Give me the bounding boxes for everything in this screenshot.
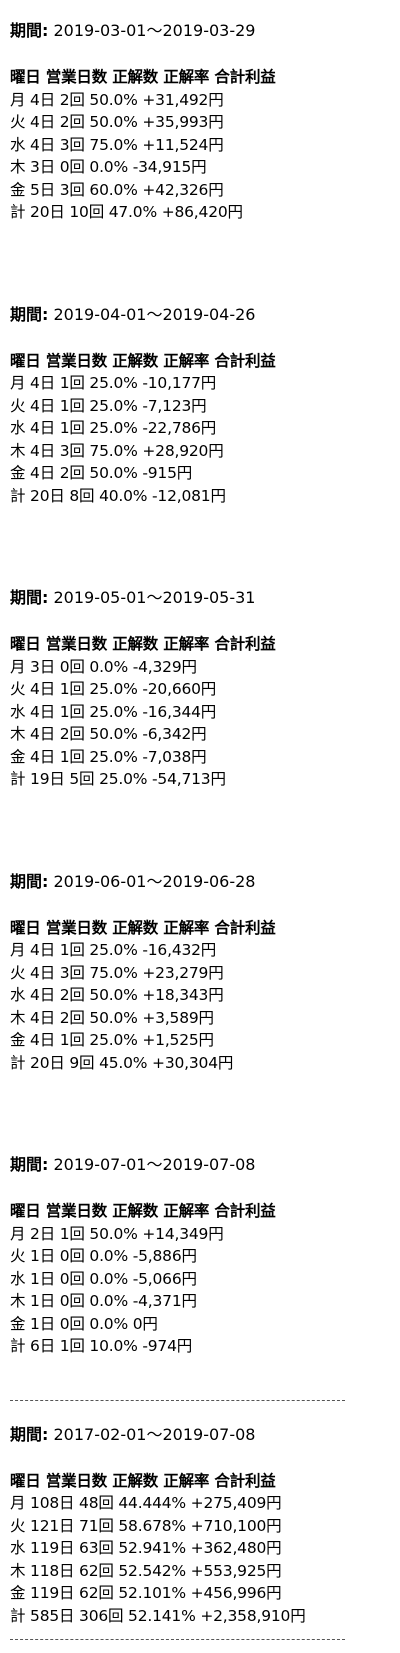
table-row: 月 4日 1回 25.0% -10,177円 <box>10 374 217 392</box>
table-row: 火 4日 1回 25.0% -7,123円 <box>10 396 207 415</box>
period-heading: 期間: 2019-05-01～2019-05-31 <box>10 585 395 611</box>
table-total-row: 計 20日 8回 40.0% -12,081円 <box>10 486 226 505</box>
table-row: 金 4日 2回 50.0% -915円 <box>10 464 193 482</box>
table-header: 曜日 営業日数 正解数 正解率 合計利益 <box>10 918 276 937</box>
table-row: 月 2日 1回 50.0% +14,349円 <box>10 1224 224 1243</box>
period-block: 期間: 2019-06-01～2019-06-28 曜日 営業日数 正解数 正解… <box>10 869 395 1075</box>
table-row: 金 4日 1回 25.0% +1,525円 <box>10 1031 214 1049</box>
table-row: 火 1日 0回 0.0% -5,886円 <box>10 1247 197 1265</box>
table-row: 木 4日 2回 50.0% +3,589円 <box>10 1008 214 1027</box>
table-row: 月 108日 48回 44.444% +275,409円 <box>10 1494 282 1512</box>
period-label: 期間: <box>10 21 49 40</box>
table-row: 火 4日 2回 50.0% +35,993円 <box>10 113 224 131</box>
period-heading: 期間: 2017-02-01～2019-07-08 <box>10 1422 395 1448</box>
table-header: 曜日 営業日数 正解数 正解率 合計利益 <box>10 351 276 370</box>
table-row: 月 3日 0回 0.0% -4,329円 <box>10 657 197 676</box>
table-header: 曜日 営業日数 正解数 正解率 合計利益 <box>10 1202 276 1220</box>
period-range: 2019-05-01～2019-05-31 <box>48 588 256 607</box>
period-block: 期間: 2019-04-01～2019-04-26 曜日 営業日数 正解数 正解… <box>10 302 395 508</box>
table-row: 水 4日 2回 50.0% +18,343円 <box>10 986 224 1004</box>
period-label: 期間: <box>10 1155 49 1174</box>
table-row: 水 119日 63回 52.941% +362,480円 <box>10 1539 282 1557</box>
separator-line <box>10 1639 345 1653</box>
period-heading: 期間: 2019-04-01～2019-04-26 <box>10 302 395 328</box>
period-heading: 期間: 2019-03-01～2019-03-29 <box>10 18 395 44</box>
period-range: 2019-06-01～2019-06-28 <box>48 871 256 891</box>
table-row: 火 4日 3回 75.0% +23,279円 <box>10 963 224 982</box>
period-range: 2019-03-01～2019-03-29 <box>48 21 256 40</box>
period-range: 2019-07-01～2019-07-08 <box>48 1155 256 1174</box>
period-label: 期間: <box>10 1424 49 1444</box>
period-range: 2019-04-01～2019-04-26 <box>48 304 256 324</box>
table-row: 木 3日 0回 0.0% -34,915円 <box>10 158 207 176</box>
table-row: 木 4日 2回 50.0% -6,342円 <box>10 725 207 743</box>
table-total-row: 計 20日 9回 45.0% +30,304円 <box>10 1053 234 1072</box>
period-range: 2017-02-01～2019-07-08 <box>48 1424 256 1444</box>
table-header: 曜日 営業日数 正解数 正解率 合計利益 <box>10 68 276 86</box>
table-total-row: 計 19日 5回 25.0% -54,713円 <box>10 770 226 788</box>
table-row: 火 121日 71回 58.678% +710,100円 <box>10 1516 282 1535</box>
overall-block: 期間: 2017-02-01～2019-07-08 曜日 営業日数 正解数 正解… <box>10 1422 395 1628</box>
period-block: 期間: 2019-05-01～2019-05-31 曜日 営業日数 正解数 正解… <box>10 585 395 791</box>
table-row: 水 1日 0回 0.0% -5,066円 <box>10 1269 197 1288</box>
period-heading: 期間: 2019-06-01～2019-06-28 <box>10 869 395 895</box>
table-row: 木 118日 62回 52.542% +553,925円 <box>10 1561 282 1580</box>
table-header: 曜日 営業日数 正解数 正解率 合計利益 <box>10 1471 276 1490</box>
period-block: 期間: 2019-07-01～2019-07-08 曜日 営業日数 正解数 正解… <box>10 1152 395 1358</box>
period-label: 期間: <box>10 588 49 607</box>
period-block: 期間: 2019-03-01～2019-03-29 曜日 営業日数 正解数 正解… <box>10 18 395 224</box>
table-total-row: 計 20日 10回 47.0% +86,420円 <box>10 203 243 221</box>
period-heading: 期間: 2019-07-01～2019-07-08 <box>10 1152 395 1178</box>
table-row: 金 4日 1回 25.0% -7,038円 <box>10 747 207 766</box>
table-row: 月 4日 1回 25.0% -16,432円 <box>10 941 217 959</box>
table-total-row: 計 6日 1回 10.0% -974円 <box>10 1337 193 1355</box>
period-label: 期間: <box>10 871 49 891</box>
table-row: 金 1日 0回 0.0% 0円 <box>10 1314 158 1333</box>
table-row: 水 4日 1回 25.0% -22,786円 <box>10 419 217 437</box>
table-header: 曜日 営業日数 正解数 正解率 合計利益 <box>10 635 276 653</box>
results-document: 期間: 2019-03-01～2019-03-29 曜日 営業日数 正解数 正解… <box>10 18 395 1653</box>
table-row: 木 1日 0回 0.0% -4,371円 <box>10 1292 197 1310</box>
table-row: 木 4日 3回 75.0% +28,920円 <box>10 441 224 460</box>
separator-line <box>10 1399 345 1414</box>
table-row: 金 5日 3回 60.0% +42,326円 <box>10 180 224 199</box>
table-row: 水 4日 1回 25.0% -16,344円 <box>10 702 217 721</box>
period-label: 期間: <box>10 304 49 324</box>
table-row: 金 119日 62回 52.101% +456,996円 <box>10 1584 282 1602</box>
table-total-row: 計 585日 306回 52.141% +2,358,910円 <box>10 1606 306 1625</box>
table-row: 水 4日 3回 75.0% +11,524円 <box>10 135 224 154</box>
table-row: 火 4日 1回 25.0% -20,660円 <box>10 680 217 698</box>
table-row: 月 4日 2回 50.0% +31,492円 <box>10 90 224 109</box>
